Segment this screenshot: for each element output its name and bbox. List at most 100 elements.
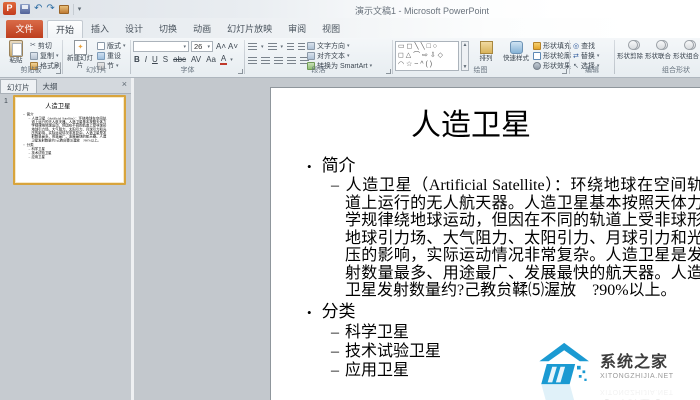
group-slides: 新建幻灯片 版式 ▾ 重设 节 ▾ 幻灯片 bbox=[63, 38, 130, 76]
underline-button[interactable]: U bbox=[151, 55, 159, 64]
tab-slideshow[interactable]: 幻灯片放映 bbox=[219, 20, 280, 38]
replace-button[interactable]: ⇄ 替换 ▾ bbox=[573, 51, 599, 60]
tab-design[interactable]: 设计 bbox=[117, 20, 151, 38]
tab-review[interactable]: 审阅 bbox=[280, 20, 314, 38]
slide-thumbnail-content: 人造卫星 •简介 –人造卫星（Artificial Satellite）：环绕地… bbox=[16, 98, 124, 182]
align-right-icon[interactable] bbox=[274, 57, 283, 64]
shape-union-button[interactable]: 形状联合 bbox=[644, 40, 672, 66]
arrange-icon bbox=[480, 41, 493, 54]
pane-close-icon[interactable]: × bbox=[122, 79, 127, 89]
arrange-button[interactable]: 排列 bbox=[473, 40, 499, 66]
layout-button[interactable]: 版式 ▾ bbox=[97, 41, 126, 50]
bullets-icon[interactable] bbox=[248, 43, 257, 50]
thumb-sub-3: 应用卫星 bbox=[31, 155, 44, 159]
grow-font-button[interactable]: A˄ bbox=[216, 42, 226, 51]
shapes-row-1: ▭ ◻ ╲ ╲ □ ○ bbox=[398, 42, 458, 51]
save-icon[interactable] bbox=[20, 4, 30, 14]
paste-button[interactable]: 粘贴 bbox=[1, 40, 31, 66]
dash-icon: – bbox=[331, 324, 339, 341]
bold-button[interactable]: B bbox=[133, 55, 141, 64]
paragraph-dialog-launcher-icon[interactable] bbox=[386, 69, 391, 74]
shrink-font-button[interactable]: A˅ bbox=[228, 42, 238, 51]
qat-customize-dropdown-icon[interactable]: ▾ bbox=[78, 5, 82, 13]
font-dialog-launcher-icon[interactable] bbox=[238, 69, 243, 74]
paste-icon bbox=[9, 40, 23, 57]
tab-file[interactable]: 文件 bbox=[6, 20, 43, 38]
find-button[interactable]: ◎ 查找 bbox=[573, 41, 595, 50]
change-case-button[interactable]: Aa bbox=[205, 55, 217, 64]
tab-home[interactable]: 开始 bbox=[47, 20, 83, 38]
reset-button[interactable]: 重设 bbox=[97, 51, 121, 60]
decrease-indent-icon[interactable] bbox=[287, 43, 294, 50]
font-color-button[interactable]: A bbox=[220, 54, 227, 65]
reset-icon bbox=[97, 52, 105, 60]
find-icon: ◎ bbox=[573, 42, 579, 50]
new-slide-button[interactable]: 新建幻灯片 bbox=[65, 40, 95, 66]
tab-insert[interactable]: 插入 bbox=[83, 20, 117, 38]
tab-transitions[interactable]: 切换 bbox=[151, 20, 185, 38]
group-label-drawing: 绘图 bbox=[393, 65, 568, 75]
text-shadow-button[interactable]: S bbox=[162, 55, 169, 64]
shape-subtract-button[interactable]: 形状剪除 bbox=[616, 40, 644, 66]
align-text-button[interactable]: 对齐文本 ▾ bbox=[307, 51, 350, 60]
copy-button[interactable]: 复制 ▾ bbox=[30, 51, 59, 60]
redo-icon[interactable]: ↷ bbox=[46, 4, 54, 14]
shape-combine-button[interactable]: 形状组合 bbox=[672, 40, 700, 66]
copy-label: 复制 bbox=[40, 51, 54, 61]
replace-label: 替换 bbox=[581, 51, 595, 61]
shape-fill-button[interactable]: 形状填充 bbox=[533, 41, 571, 50]
reset-label: 重设 bbox=[107, 51, 121, 61]
bullet-category: •分类 bbox=[307, 302, 700, 323]
pane-tab-slides[interactable]: 幻灯片 bbox=[0, 79, 37, 93]
pane-tab-outline[interactable]: 大纲 bbox=[37, 79, 64, 93]
tab-view[interactable]: 视图 bbox=[314, 20, 348, 38]
group-paragraph: ▾ ▾ 文字方向 ▾ 对齐文本 ▾ bbox=[245, 38, 392, 76]
group-font: ▾ 26▾ A˄ A˅ B I U S abc AV Aa A ▾ 字体 bbox=[131, 38, 244, 76]
shape-outline-button[interactable]: 形状轮廓 bbox=[533, 51, 571, 60]
house-logo-icon bbox=[538, 342, 594, 386]
copy-icon bbox=[30, 52, 38, 60]
italic-button[interactable]: I bbox=[144, 55, 148, 64]
group-label-slides: 幻灯片 bbox=[63, 65, 130, 75]
shape-union-label: 形状联合 bbox=[644, 53, 672, 60]
font-size-combo[interactable]: 26▾ bbox=[191, 41, 213, 52]
bullet-icon: • bbox=[307, 305, 312, 320]
shape-fill-label: 形状填充 bbox=[543, 41, 571, 51]
thumb-bullet-category: 分类 bbox=[27, 143, 34, 147]
thumb-paragraph: 人造卫星（Artificial Satellite）：环绕地球在空间轨道上运行的… bbox=[31, 117, 106, 142]
shape-combine-label: 形状组合 bbox=[672, 53, 700, 60]
dash-icon: – bbox=[331, 362, 339, 379]
justify-icon[interactable] bbox=[287, 57, 296, 64]
strikethrough-button[interactable]: abc bbox=[172, 55, 187, 64]
shape-outline-label: 形状轮廓 bbox=[543, 51, 571, 61]
align-center-icon[interactable] bbox=[261, 57, 270, 64]
font-name-combo[interactable]: ▾ bbox=[133, 41, 189, 52]
text-direction-button[interactable]: 文字方向 ▾ bbox=[307, 41, 350, 50]
numbering-icon[interactable] bbox=[268, 43, 277, 50]
watermark-reflection: 系统之家 XITONGZHIJIA.NET bbox=[538, 382, 700, 400]
align-left-icon[interactable] bbox=[248, 57, 257, 64]
undo-icon[interactable]: ↶ bbox=[34, 4, 42, 14]
layout-label: 版式 bbox=[107, 41, 121, 51]
slideshow-icon[interactable] bbox=[59, 5, 69, 14]
bullet-icon: • bbox=[307, 159, 312, 174]
slide-title[interactable]: 人造卫星 bbox=[301, 100, 641, 144]
drawing-dialog-launcher-icon[interactable] bbox=[562, 69, 567, 74]
increase-indent-icon[interactable] bbox=[298, 43, 305, 50]
thumb-title: 人造卫星 bbox=[22, 101, 93, 110]
quick-access-toolbar: ↶ ↷ ▾ bbox=[20, 1, 81, 17]
group-drawing: ▭ ◻ ╲ ╲ □ ○ ◻ △ ⌒ ⇨ ⇩ ◇ ◠ ☆ ~ ^ ( ) ▲ ▼ … bbox=[393, 38, 568, 76]
cut-button[interactable]: ✂ 剪切 bbox=[30, 41, 52, 50]
quick-styles-button[interactable]: 快速样式 bbox=[500, 40, 532, 66]
ribbon-tab-row: 文件 开始 插入 设计 切换 动画 幻灯片放映 审阅 视图 bbox=[0, 18, 700, 38]
sub-bullet-science: –科学卫星 bbox=[331, 323, 700, 342]
slide-thumbnail[interactable]: 人造卫星 •简介 –人造卫星（Artificial Satellite）：环绕地… bbox=[13, 95, 126, 185]
shape-union-icon bbox=[649, 40, 667, 53]
tab-animations[interactable]: 动画 bbox=[185, 20, 219, 38]
scroll-up-icon[interactable]: ▲ bbox=[463, 42, 468, 48]
clipboard-dialog-launcher-icon[interactable] bbox=[56, 69, 61, 74]
powerpoint-app-icon[interactable]: P bbox=[3, 2, 16, 15]
shapes-row-2: ◻ △ ⌒ ⇨ ⇩ ◇ bbox=[398, 51, 458, 60]
character-spacing-button[interactable]: AV bbox=[190, 55, 202, 64]
cut-label: 剪切 bbox=[38, 41, 52, 51]
